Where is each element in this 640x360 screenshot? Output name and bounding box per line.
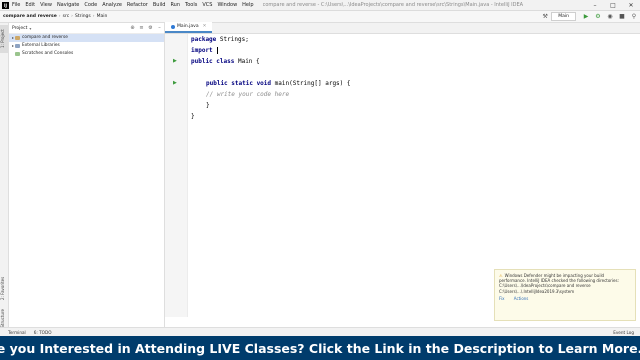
menu-run[interactable]: Run (170, 2, 180, 8)
tab-main-java[interactable]: Main.java ✕ (165, 22, 213, 33)
menu-file[interactable]: File (12, 2, 20, 8)
menu-analyze[interactable]: Analyze (102, 2, 122, 8)
windows-defender-notification[interactable]: ⚠ Windows Defender might be impacting you… (494, 269, 636, 321)
toolbar-right: ⚒ Main ▶ ⚙ ◉ ■ ⚲ (539, 12, 640, 21)
code-text: Strings; (216, 36, 249, 43)
run-configuration-select[interactable]: Main (551, 12, 576, 21)
tree-item-project[interactable]: ▸ compare and reverse (9, 34, 164, 42)
notification-paths: C:\Users\...\IdeaProjects\compare and re… (499, 283, 591, 294)
code-comment: // write your code here (206, 91, 290, 98)
tree-item-label: Scratches and Consoles (22, 51, 74, 56)
event-log-tab[interactable]: Event Log (613, 330, 634, 335)
menu-view[interactable]: View (40, 2, 52, 8)
debug-icon[interactable]: ⚙ (592, 13, 604, 20)
maximize-icon[interactable]: □ (604, 2, 622, 9)
close-icon[interactable]: ✕ (622, 2, 640, 9)
promo-banner: Are you Interested in Attending LIVE Cla… (0, 336, 640, 360)
navigation-bar: compare and reverse › src › Strings › Ma… (0, 11, 640, 23)
project-panel: Project ▾ ⊕ ≡ ⚙ – ▸ compare and reverse … (9, 23, 165, 336)
code-line-2: import (191, 47, 219, 54)
project-tool-tab[interactable]: 1: Project (0, 25, 8, 53)
search-everywhere-icon[interactable]: ⚲ (628, 13, 640, 20)
keyword: import (191, 47, 213, 54)
code-line-6: public static void main(String[] args) { (206, 80, 351, 87)
window-title: compare and reverse - C:\Users\...\IdeaP… (262, 2, 524, 8)
text-caret (217, 47, 219, 54)
banner-text: Are you Interested in Attending LIVE Cla… (0, 340, 640, 356)
run-method-icon[interactable]: ▶ (173, 80, 177, 86)
settings-gear-icon[interactable]: ⚙ (146, 25, 155, 31)
run-icon[interactable]: ▶ (580, 13, 592, 20)
favorites-tool-tab[interactable]: 2: Favorites (0, 273, 8, 303)
close-tab-icon[interactable]: ✕ (203, 22, 207, 31)
folder-icon (15, 36, 21, 40)
keyword: package (191, 36, 217, 43)
actions-link[interactable]: Actions (514, 296, 529, 301)
expand-arrow-icon[interactable]: ▸ (12, 34, 14, 42)
code-line-9: } (191, 113, 195, 120)
coverage-icon[interactable]: ◉ (604, 13, 616, 20)
menu-bar: IJ File Edit View Navigate Code Analyze … (0, 0, 640, 11)
tree-item-external-libraries[interactable]: ▸ External Libraries (9, 42, 164, 50)
menu-refactor[interactable]: Refactor (127, 2, 148, 8)
scratches-icon (15, 52, 21, 56)
minimize-icon[interactable]: – (586, 2, 604, 9)
library-icon (15, 44, 21, 48)
expand-arrow-icon[interactable]: ▸ (12, 42, 14, 50)
terminal-tab[interactable]: Terminal (8, 330, 26, 335)
tab-label: Main.java (177, 24, 199, 29)
breadcrumb-src[interactable]: src (63, 14, 70, 19)
chevron-right-icon: › (58, 14, 61, 19)
tree-item-label: External Libraries (22, 43, 60, 48)
locate-icon[interactable]: ⊕ (128, 25, 137, 31)
tree-item-label: compare and reverse (22, 35, 68, 40)
notification-actions: Fix Actions (499, 296, 631, 301)
keyword: public static void (206, 80, 272, 87)
menu-help[interactable]: Help (242, 2, 253, 8)
hide-panel-icon[interactable]: – (155, 25, 164, 31)
menu-vcs[interactable]: VCS (202, 2, 212, 8)
build-hammer-icon[interactable]: ⚒ (539, 13, 551, 20)
fix-link[interactable]: Fix (499, 296, 505, 301)
project-panel-title[interactable]: Project (12, 26, 27, 31)
notification-body: ⚠ Windows Defender might be impacting you… (499, 273, 631, 283)
intellij-logo-icon: IJ (2, 1, 9, 9)
project-panel-header: Project ▾ ⊕ ≡ ⚙ – (9, 23, 164, 34)
chevron-right-icon: › (71, 14, 73, 19)
menu-navigate[interactable]: Navigate (57, 2, 79, 8)
dropdown-icon[interactable]: ▾ (29, 26, 31, 31)
editor-gutter[interactable]: ▶ ▶ (165, 34, 188, 317)
menu-build[interactable]: Build (153, 2, 166, 8)
menu-edit[interactable]: Edit (25, 2, 35, 8)
spacer: ▸ (12, 51, 15, 56)
tree-item-scratches[interactable]: ▸ Scratches and Consoles (9, 50, 164, 58)
code-line-8: } (206, 102, 210, 109)
breadcrumb-project[interactable]: compare and reverse (3, 14, 57, 19)
keyword: public class (191, 58, 235, 65)
stop-icon[interactable]: ■ (616, 13, 628, 20)
menu-window[interactable]: Window (217, 2, 237, 8)
menu-code[interactable]: Code (84, 2, 97, 8)
notification-text: Windows Defender might be impacting your… (499, 273, 619, 284)
code-text: main(String[] args) { (271, 80, 351, 87)
code-line-1: package Strings; (191, 36, 249, 43)
java-class-icon (171, 24, 175, 29)
breadcrumb-package[interactable]: Strings (75, 14, 91, 19)
chevron-right-icon: › (92, 14, 95, 19)
code-text: Main { (234, 58, 260, 65)
code-line-4: public class Main { (191, 58, 260, 65)
breadcrumb: compare and reverse › src › Strings › Ma… (3, 14, 107, 19)
breadcrumb-class[interactable]: Main (97, 14, 108, 19)
collapse-icon[interactable]: ≡ (137, 25, 146, 31)
todo-tab[interactable]: 6: TODO (34, 330, 52, 335)
run-class-icon[interactable]: ▶ (173, 58, 177, 64)
editor-tabs: Main.java ✕ (165, 22, 640, 34)
menu-tools[interactable]: Tools (185, 2, 197, 8)
left-tool-strip: 1: Project 2: Favorites Z: Structure (0, 23, 9, 336)
